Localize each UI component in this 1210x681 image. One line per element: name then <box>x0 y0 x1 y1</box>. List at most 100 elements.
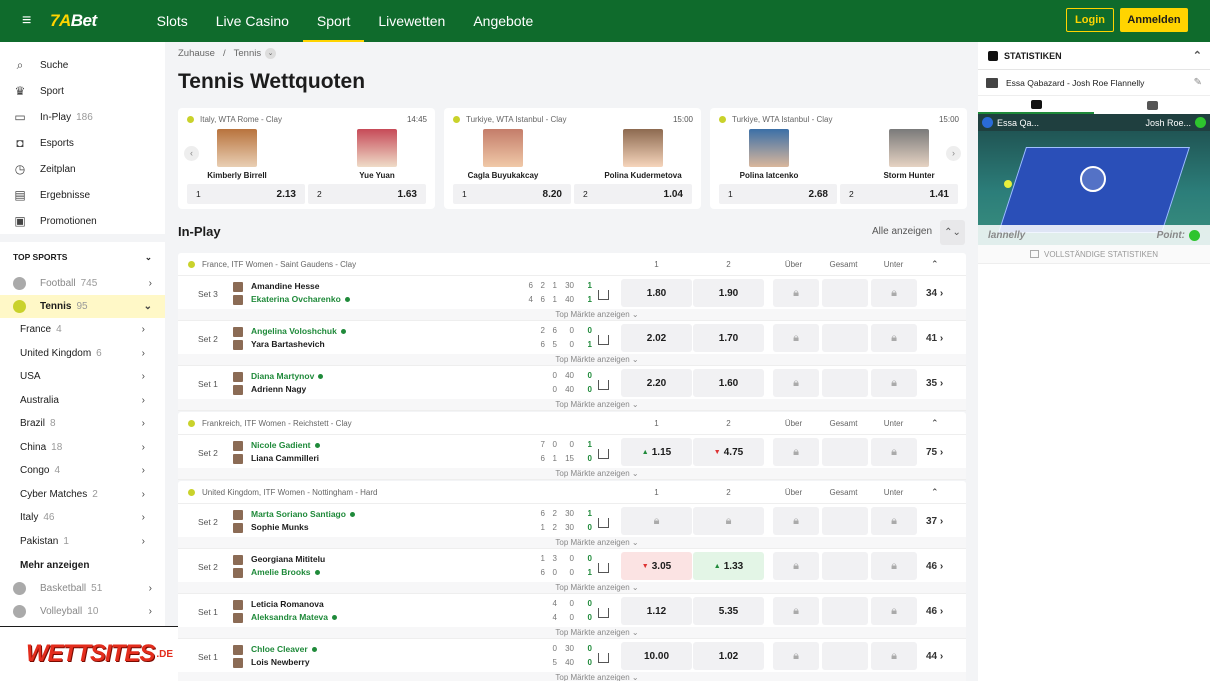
top-markets-link[interactable]: Top Märkte anzeigen ⌄ <box>178 399 966 410</box>
top-markets-link[interactable]: Top Märkte anzeigen ⌄ <box>178 627 966 638</box>
top-markets-link[interactable]: Top Märkte anzeigen ⌄ <box>178 672 966 681</box>
country-item[interactable]: Congo 4 › <box>0 459 165 483</box>
country-item[interactable]: Brazil 8 › <box>0 412 165 436</box>
country-item[interactable]: Australia › <box>0 389 165 413</box>
card-odd-1[interactable]: 1 2.68 <box>719 184 837 204</box>
pin-icon[interactable]: ✎ <box>1194 77 1202 88</box>
more-markets-count[interactable]: 41 › <box>926 333 943 344</box>
country-item[interactable]: Cyber Matches 2 › <box>0 483 165 507</box>
sidebar-item-promotionen[interactable]: ▣ Promotionen <box>0 208 165 234</box>
tab-stats[interactable] <box>1094 96 1210 114</box>
match-row[interactable]: Set 1 Diana Martynov Adrienn Nagy 0 40 0 0 40… <box>178 366 966 411</box>
breadcrumb-home[interactable]: Zuhause <box>178 48 215 59</box>
odd-1-button[interactable]: 1.12 <box>621 597 692 625</box>
country-item[interactable]: USA › <box>0 365 165 389</box>
odd-2-button[interactable]: 5.35 <box>693 597 764 625</box>
sidebar-item-ergebnisse[interactable]: ▤ Ergebnisse <box>0 182 165 208</box>
top-markets-link[interactable]: Top Märkte anzeigen ⌄ <box>178 309 966 320</box>
nav-angebote[interactable]: Angebote <box>459 0 547 42</box>
sidebar-item-suche[interactable]: ⌕ Suche <box>0 52 165 78</box>
stats-chart-icon[interactable] <box>598 335 609 345</box>
match-row[interactable]: Set 2 Nicole Gadient Liana Cammilleri 7 0 0… <box>178 435 966 480</box>
stats-chart-icon[interactable] <box>598 608 609 618</box>
match-row[interactable]: Set 1 Chloe Cleaver Lois Newberry 0 30 0 5 40… <box>178 639 966 681</box>
chevron-up-icon[interactable]: ⌃ <box>931 259 939 270</box>
match-row[interactable]: Set 3 Amandine Hesse Ekaterina Ovcharenk… <box>178 276 966 321</box>
odd-1-button[interactable]: 2.20 <box>621 369 692 397</box>
country-item[interactable]: China 18 › <box>0 436 165 460</box>
login-button[interactable]: Login <box>1066 8 1114 32</box>
odd-2-button[interactable]: ▲ 1.33 <box>693 552 764 580</box>
top-sports-header[interactable]: TOP SPORTS ⌄ <box>0 242 165 272</box>
card-odd-2[interactable]: 2 1.04 <box>574 184 692 204</box>
sidebar-item-in-play[interactable]: ▭ In-Play 186 <box>0 104 165 130</box>
chevron-up-icon[interactable]: ⌃ <box>931 418 939 429</box>
more-markets-count[interactable]: 35 › <box>926 378 943 389</box>
match-row[interactable]: Set 2 Angelina Voloshchuk Yara Bartashev… <box>178 321 966 366</box>
stats-chart-icon[interactable] <box>598 518 609 528</box>
featured-match-card[interactable]: Italy, WTA Rome - Clay 14:45 ‹ Kimberly … <box>178 108 435 209</box>
stats-chart-icon[interactable] <box>598 563 609 573</box>
stats-chart-icon[interactable] <box>598 653 609 663</box>
odd-2-button[interactable]: 1.90 <box>693 279 764 307</box>
tab-live-tracker[interactable] <box>978 96 1094 114</box>
odd-1-button[interactable]: 1.80 <box>621 279 692 307</box>
match-row[interactable]: Set 2 Georgiana Mititelu Amelie Brooks 1 3… <box>178 549 966 594</box>
odd-2-button[interactable]: ▼ 4.75 <box>693 438 764 466</box>
stats-chart-icon[interactable] <box>598 449 609 459</box>
odd-1-button[interactable]: ▲ 1.15 <box>621 438 692 466</box>
stats-chart-icon[interactable] <box>598 290 609 300</box>
sport-football[interactable]: Football 745 › <box>0 272 165 295</box>
featured-match-card[interactable]: Turkiye, WTA Istanbul - Clay 15:00 › Pol… <box>710 108 967 209</box>
sport-volleyball[interactable]: Volleyball 10 › <box>0 600 165 623</box>
more-markets-count[interactable]: 46 › <box>926 561 943 572</box>
odd-2-button[interactable]: 1.02 <box>693 642 764 670</box>
chevron-down-icon[interactable]: ⌄ <box>265 48 277 59</box>
stats-chart-icon[interactable] <box>598 380 609 390</box>
nav-sport[interactable]: Sport <box>302 0 365 42</box>
match-row[interactable]: Set 1 Leticia Romanova Aleksandra Mateva… <box>178 594 966 639</box>
chevron-up-icon[interactable]: ⌃ <box>931 487 939 498</box>
more-markets-count[interactable]: 75 › <box>926 447 943 458</box>
top-markets-link[interactable]: Top Märkte anzeigen ⌄ <box>178 582 966 593</box>
collapse-all-button[interactable]: ⌃⌄ <box>940 220 965 245</box>
nav-slots[interactable]: Slots <box>143 0 202 42</box>
country-item[interactable]: Italy 46 › <box>0 506 165 530</box>
top-markets-link[interactable]: Top Märkte anzeigen ⌄ <box>178 468 966 479</box>
country-item[interactable]: United Kingdom 6 › <box>0 342 165 366</box>
odd-1-button[interactable]: ▼ 3.05 <box>621 552 692 580</box>
country-item[interactable]: France 4 › <box>0 318 165 342</box>
odd-1-button[interactable]: 10.00 <box>621 642 692 670</box>
stats-match-selector[interactable]: Essa Qabazard - Josh Roe Flannelly ✎ <box>978 70 1210 96</box>
odd-1-button[interactable]: 2.02 <box>621 324 692 352</box>
register-button[interactable]: Anmelden <box>1120 8 1188 32</box>
nav-live-casino[interactable]: Live Casino <box>202 0 303 42</box>
country-item[interactable]: Pakistan 1 › <box>0 530 165 554</box>
more-markets-count[interactable]: 44 › <box>926 651 943 662</box>
statistics-header[interactable]: STATISTIKEN ⌃ <box>978 42 1210 70</box>
show-all-link[interactable]: Alle anzeigen <box>872 226 932 237</box>
sidebar-item-zeitplan[interactable]: ◷ Zeitplan <box>0 156 165 182</box>
chevron-right-icon[interactable]: › <box>946 146 961 161</box>
card-odd-1[interactable]: 1 2.13 <box>187 184 305 204</box>
menu-icon[interactable]: ≡ <box>22 12 40 30</box>
top-markets-link[interactable]: Top Märkte anzeigen ⌄ <box>178 354 966 365</box>
more-markets-count[interactable]: 46 › <box>926 606 943 617</box>
chevron-up-icon[interactable]: ⌃ <box>1193 49 1202 62</box>
card-odd-2[interactable]: 2 1.41 <box>840 184 958 204</box>
more-markets-count[interactable]: 34 › <box>926 288 943 299</box>
chevron-left-icon[interactable]: ‹ <box>184 146 199 161</box>
full-stats-link[interactable]: VOLLSTÄNDIGE STATISTIKEN <box>978 245 1210 264</box>
top-markets-link[interactable]: Top Märkte anzeigen ⌄ <box>178 537 966 548</box>
brand-logo[interactable]: 7ABet <box>50 11 97 31</box>
nav-livewetten[interactable]: Livewetten <box>364 0 459 42</box>
sidebar-item-esports[interactable]: ◘ Esports <box>0 130 165 156</box>
card-odd-1[interactable]: 1 8.20 <box>453 184 571 204</box>
sport-basketball[interactable]: Basketball 51 › <box>0 577 165 600</box>
odd-2-button[interactable]: 1.70 <box>693 324 764 352</box>
odd-2-button[interactable]: 1.60 <box>693 369 764 397</box>
show-more-link[interactable]: Mehr anzeigen <box>0 553 165 577</box>
card-odd-2[interactable]: 2 1.63 <box>308 184 426 204</box>
more-markets-count[interactable]: 37 › <box>926 516 943 527</box>
featured-match-card[interactable]: Turkiye, WTA Istanbul - Clay 15:00 Cagla… <box>444 108 701 209</box>
